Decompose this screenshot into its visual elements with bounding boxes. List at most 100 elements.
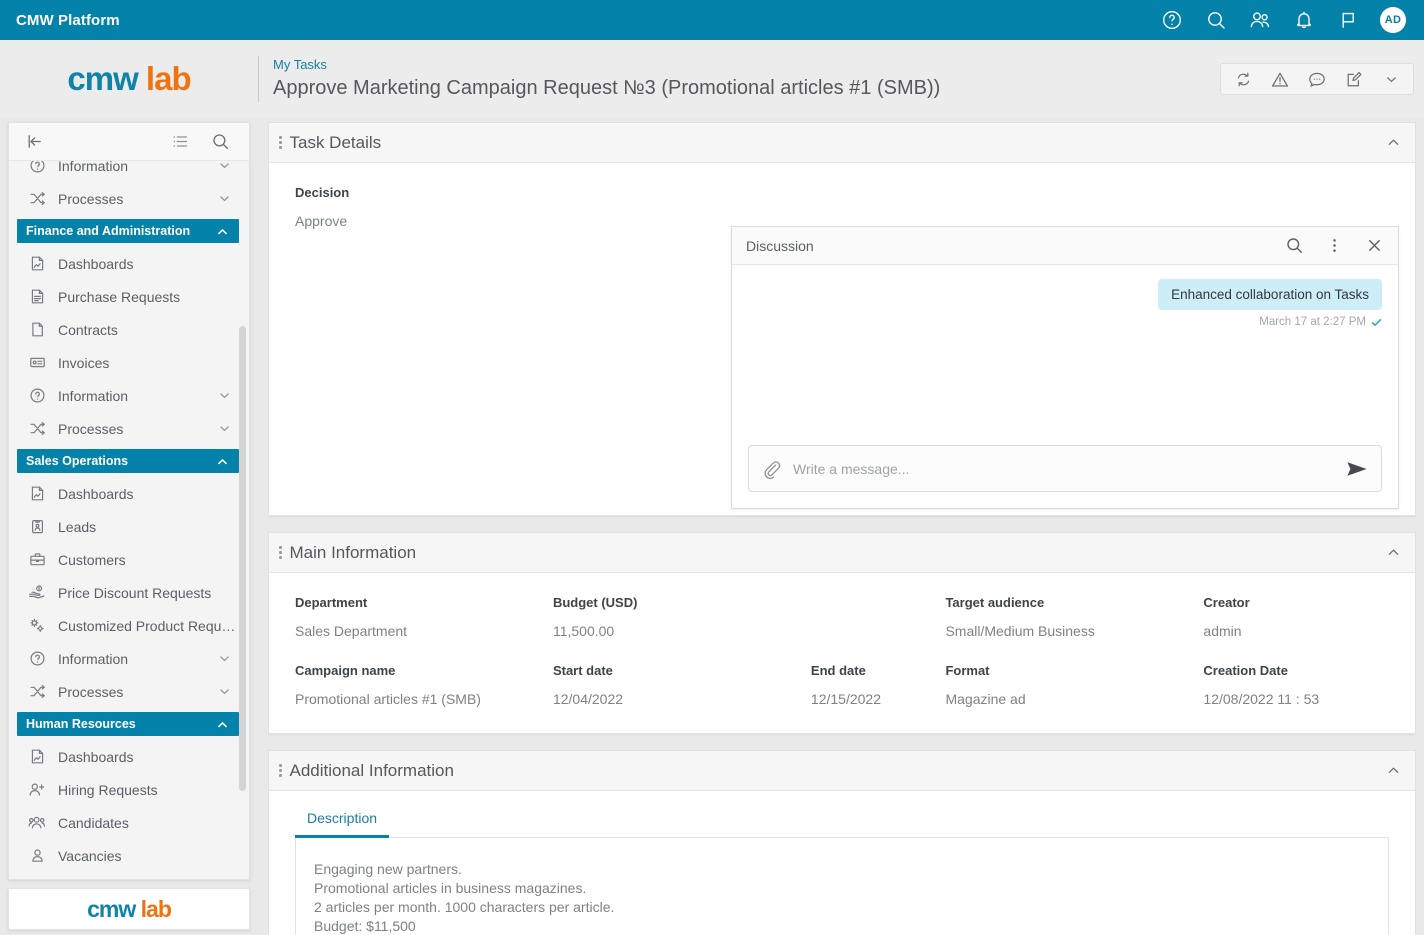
- description-line: Promotional articles in business magazin…: [314, 880, 587, 896]
- sidebar-item-leads[interactable]: Leads: [9, 510, 249, 543]
- sidebar-item-label: Candidates: [58, 814, 129, 831]
- shuffle-icon: [27, 190, 47, 207]
- sidebar-item-label: Dashboards: [58, 255, 134, 272]
- header-toolbar: [1220, 63, 1414, 95]
- chevron-up-icon[interactable]: [216, 718, 229, 731]
- main-information-panel: Main Information Department Sales Departm…: [268, 532, 1416, 734]
- drag-handle-icon[interactable]: [279, 546, 282, 559]
- sidebar-item-label: Dashboards: [58, 748, 134, 765]
- discussion-messages: Enhanced collaboration on Tasks March 17…: [732, 265, 1398, 445]
- sidebar-item-contracts[interactable]: Contracts: [9, 313, 249, 346]
- sidebar-item-dashboards[interactable]: Dashboards: [9, 477, 249, 510]
- sidebar-item-hiring-requests[interactable]: Hiring Requests: [9, 773, 249, 806]
- comment-icon[interactable]: [1307, 69, 1327, 89]
- shuffle-icon: [27, 420, 47, 437]
- sidebar-item-information[interactable]: Information: [9, 161, 249, 182]
- sidebar-item-label: Customized Product Requ…: [58, 617, 236, 634]
- field-value: 12/15/2022: [810, 691, 881, 707]
- sidebar-item-label: Processes: [58, 190, 124, 207]
- sidebar-group-finance-and-administration[interactable]: Finance and Administration: [17, 219, 239, 243]
- flag-icon[interactable]: [1336, 8, 1360, 32]
- collapse-chevron-up-icon[interactable]: [1386, 545, 1401, 560]
- list-icon[interactable]: [167, 129, 193, 155]
- chevron-up-icon[interactable]: [216, 455, 229, 468]
- compose-box[interactable]: [748, 445, 1382, 492]
- warning-icon[interactable]: [1270, 69, 1290, 89]
- paperclip-icon[interactable]: [761, 459, 781, 479]
- chevron-down-icon[interactable]: [218, 161, 231, 172]
- sidebar-item-dashboards[interactable]: Dashboards: [9, 740, 249, 773]
- collapse-chevron-up-icon[interactable]: [1386, 763, 1401, 778]
- message-bubble: Enhanced collaboration on Tasks: [1158, 279, 1382, 310]
- description-line: Engaging new partners.: [314, 861, 462, 877]
- field-start-date: Start date 12/04/2022: [553, 663, 811, 707]
- sidebar-item-invoices[interactable]: Invoices: [9, 346, 249, 379]
- sidebar-item-label: Processes: [58, 420, 124, 437]
- question-circle-icon: [27, 650, 47, 667]
- chevron-up-icon[interactable]: [216, 225, 229, 238]
- sidebar-group-human-resources[interactable]: Human Resources: [17, 712, 239, 736]
- edit-icon[interactable]: [1344, 69, 1364, 89]
- field-value: 12/08/2022 11 : 53: [1203, 691, 1320, 707]
- sidebar-scrollbar-thumb[interactable]: [239, 326, 246, 791]
- sidebar-item-label: Invoices: [58, 354, 110, 371]
- chevron-down-icon[interactable]: [218, 192, 231, 205]
- chevron-down-icon[interactable]: [218, 422, 231, 435]
- drag-handle-icon[interactable]: [279, 136, 282, 149]
- discussion-panel: Discussion Enhanced collaboration on Tas…: [731, 226, 1399, 509]
- tab-description[interactable]: Description: [295, 807, 390, 838]
- collapse-chevron-up-icon[interactable]: [1386, 135, 1401, 150]
- breadcrumb[interactable]: My Tasks: [273, 56, 940, 74]
- message-input[interactable]: [791, 459, 1335, 478]
- sidebar-menu: Information Processes Finance and Administ…: [9, 161, 249, 879]
- sidebar-item-vacancies[interactable]: Vacancies: [9, 839, 249, 872]
- title-zone: My Tasks Approve Marketing Campaign Requ…: [259, 56, 940, 102]
- search-icon[interactable]: [1204, 8, 1228, 32]
- sidebar-item-information[interactable]: Information: [9, 642, 249, 675]
- sidebar-item-candidates[interactable]: Candidates: [9, 806, 249, 839]
- sidebar-item-processes[interactable]: Processes: [9, 182, 249, 215]
- field-empty: [811, 595, 946, 639]
- chevron-down-icon[interactable]: [1381, 69, 1401, 89]
- sidebar-item-information[interactable]: Information: [9, 379, 249, 412]
- logo[interactable]: cmw lab: [0, 40, 258, 118]
- chevron-down-icon[interactable]: [218, 652, 231, 665]
- search-icon[interactable]: [207, 129, 233, 155]
- send-icon[interactable]: [1345, 459, 1369, 479]
- sidebar-item-label: Information: [58, 387, 129, 404]
- user-icon: [27, 847, 47, 864]
- sidebar-item-customers[interactable]: Customers: [9, 543, 249, 576]
- sidebar-item-processes[interactable]: Processes: [9, 675, 249, 708]
- additional-information-body: Description Engaging new partners. Promot…: [269, 791, 1415, 935]
- refresh-icon[interactable]: [1233, 69, 1253, 89]
- sidebar-item-label: Dashboards: [58, 485, 134, 502]
- sidebar-footer-logo[interactable]: cmw lab: [8, 888, 250, 930]
- more-vertical-icon[interactable]: [1324, 236, 1344, 256]
- decision-label: Decision: [295, 185, 350, 200]
- sidebar-item-processes[interactable]: Processes: [9, 412, 249, 445]
- sidebar-item-dashboards[interactable]: Dashboards: [9, 247, 249, 280]
- sidebar-group-sales-operations[interactable]: Sales Operations: [17, 449, 239, 473]
- field-value: admin: [1203, 623, 1242, 639]
- sidebar-item-customized-product-requ-[interactable]: Customized Product Requ…: [9, 609, 249, 642]
- sidebar-item-purchase-requests[interactable]: Purchase Requests: [9, 280, 249, 313]
- avatar[interactable]: AD: [1380, 7, 1406, 33]
- collapse-left-icon[interactable]: [21, 129, 47, 155]
- bell-icon[interactable]: [1292, 8, 1316, 32]
- description-content: Engaging new partners. Promotional articl…: [295, 838, 1389, 935]
- people-icon[interactable]: [1248, 8, 1272, 32]
- help-icon[interactable]: [1160, 8, 1184, 32]
- sidebar-item-label: Price Discount Requests: [58, 584, 212, 601]
- chevron-down-icon[interactable]: [218, 389, 231, 402]
- sidebar-item-price-discount-requests[interactable]: Price Discount Requests: [9, 576, 249, 609]
- discussion-title: Discussion: [746, 237, 814, 254]
- invoice-icon: [27, 354, 47, 371]
- search-icon[interactable]: [1284, 236, 1304, 256]
- sidebar-toolbar: [9, 123, 249, 161]
- sidebar-item-leave-of-absence-requests[interactable]: Leave of Absence Requests: [9, 872, 249, 879]
- close-icon[interactable]: [1364, 236, 1384, 256]
- sidebar-scroll-area[interactable]: Information Processes Finance and Administ…: [9, 161, 249, 879]
- chevron-down-icon[interactable]: [218, 685, 231, 698]
- drag-handle-icon[interactable]: [279, 764, 282, 777]
- read-check-icon: [1371, 318, 1382, 326]
